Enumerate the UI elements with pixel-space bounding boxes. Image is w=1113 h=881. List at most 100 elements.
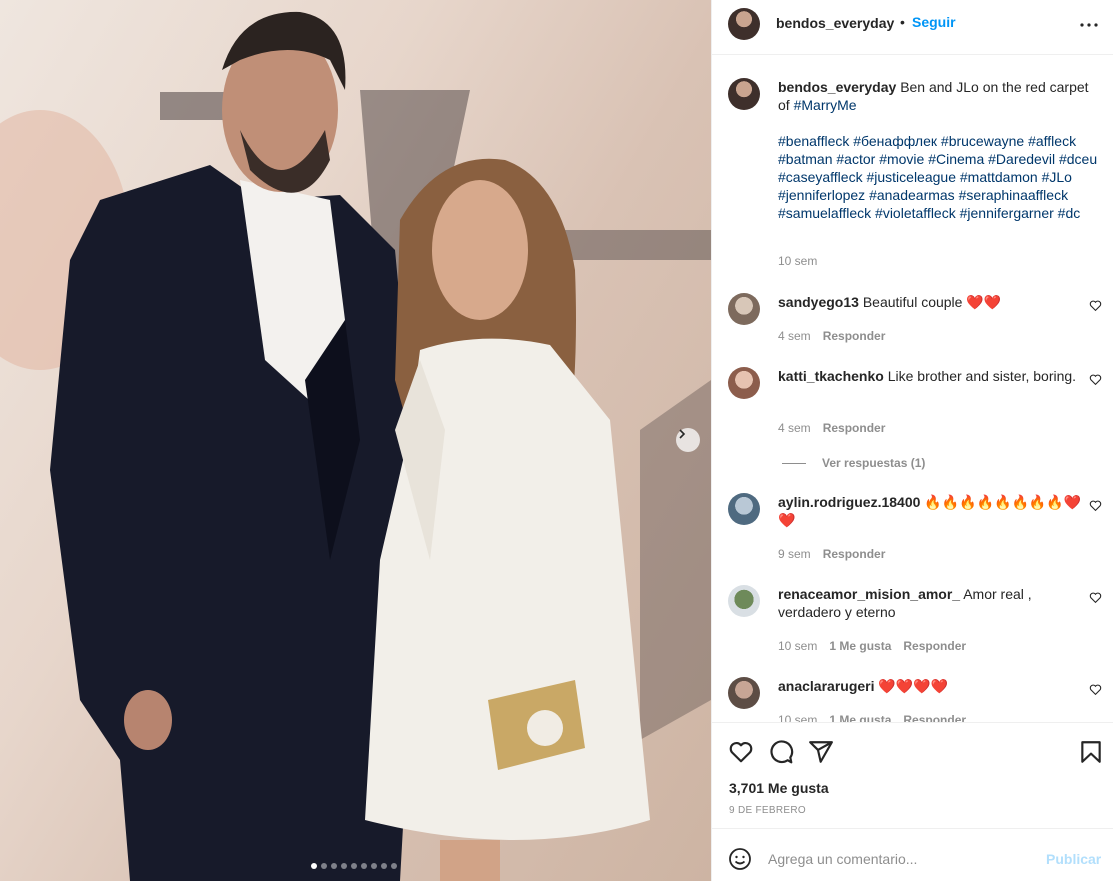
carousel-dot <box>341 863 347 869</box>
heart-icon[interactable] <box>1089 591 1102 604</box>
hashtag[interactable]: #jennifergarner <box>960 205 1054 221</box>
comment-body: katti_tkachenko Like brother and sister,… <box>778 367 1088 385</box>
comment-time[interactable]: 4 sem <box>778 329 811 343</box>
author-avatar[interactable] <box>728 8 760 40</box>
view-replies-button[interactable]: Ver respuestas (1) <box>782 456 925 470</box>
heart-icon[interactable] <box>1089 299 1102 312</box>
hashtag[interactable]: #бенаффлек <box>853 133 937 149</box>
chevron-right-icon <box>679 429 686 439</box>
post-actions: 3,701 Me gusta 9 DE FEBRERO <box>712 722 1113 828</box>
reply-button[interactable]: Responder <box>823 421 886 435</box>
post-photo[interactable] <box>0 0 711 881</box>
commenter-username[interactable]: renaceamor_mision_amor_ <box>778 586 960 602</box>
bookmark-icon[interactable] <box>1078 739 1104 765</box>
comment-likes[interactable]: 1 Me gusta <box>829 713 891 722</box>
commenter-avatar[interactable] <box>728 293 760 325</box>
comment-text: Beautiful couple ❤️❤️ <box>862 294 1002 310</box>
hashtag[interactable]: #samuelaffleck <box>778 205 871 221</box>
caption-timestamp[interactable]: 10 sem <box>778 254 817 268</box>
likes-count[interactable]: 3,701 Me gusta <box>729 780 829 796</box>
commenter-username[interactable]: katti_tkachenko <box>778 368 884 384</box>
add-comment-bar: Publicar <box>712 828 1113 881</box>
follow-button[interactable]: Seguir <box>912 14 956 30</box>
comment-meta: 10 sem 1 Me gusta Responder <box>778 713 966 722</box>
comment-time[interactable]: 4 sem <box>778 421 811 435</box>
hashtag[interactable]: #affleck <box>1028 133 1076 149</box>
comment-meta: 10 sem 1 Me gusta Responder <box>778 639 966 653</box>
hashtag[interactable]: #dceu <box>1059 151 1097 167</box>
commenter-avatar[interactable] <box>728 493 760 525</box>
comment-text: Like brother and sister, boring. <box>887 368 1077 384</box>
carousel-dot <box>331 863 337 869</box>
commenter-avatar[interactable] <box>728 367 760 399</box>
comment-body: aylin.rodriguez.18400 🔥🔥🔥🔥🔥🔥🔥🔥❤️❤️ <box>778 493 1088 529</box>
post-header: bendos_everyday • Seguir <box>712 0 1113 55</box>
comment-time[interactable]: 9 sem <box>778 547 811 561</box>
emoji-icon[interactable] <box>728 847 752 871</box>
heart-icon[interactable] <box>1089 683 1102 696</box>
comment-body: renaceamor_mision_amor_ Amor real , verd… <box>778 585 1088 621</box>
comment-likes[interactable]: 1 Me gusta <box>829 639 891 653</box>
comment-meta: 4 sem Responder <box>778 329 885 343</box>
commenter-username[interactable]: anaclararugeri <box>778 678 875 694</box>
more-icon[interactable] <box>1078 14 1100 36</box>
caption-username[interactable]: bendos_everyday <box>778 79 896 95</box>
hashtag[interactable]: #Cinema <box>928 151 984 167</box>
photo-illustration <box>0 11 711 881</box>
hashtag[interactable]: #JLo <box>1042 169 1072 185</box>
author-avatar[interactable] <box>728 78 760 110</box>
reply-button[interactable]: Responder <box>823 329 886 343</box>
publish-button[interactable]: Publicar <box>1046 851 1101 867</box>
hashtag[interactable]: #jenniferlopez <box>778 187 865 203</box>
carousel-dot <box>391 863 397 869</box>
hashtag[interactable]: #benaffleck <box>778 133 849 149</box>
commenter-avatar[interactable] <box>728 677 760 709</box>
comment-input[interactable] <box>768 845 1028 873</box>
comment-meta: 4 sem Responder <box>778 421 885 435</box>
hashtag[interactable]: #movie <box>879 151 924 167</box>
carousel-dot <box>371 863 377 869</box>
author-username[interactable]: bendos_everyday <box>776 15 894 31</box>
hashtag[interactable]: #justiceleague <box>866 169 956 185</box>
comment-time[interactable]: 10 sem <box>778 713 817 722</box>
heart-icon[interactable] <box>1089 373 1102 386</box>
post-sidebar: bendos_everyday • Seguir bendos_everyday… <box>711 0 1113 881</box>
hashtag[interactable]: #mattdamon <box>960 169 1038 185</box>
hashtag[interactable]: #caseyaffleck <box>778 169 863 185</box>
hashtag[interactable]: #anadearmas <box>869 187 955 203</box>
carousel-dot <box>321 863 327 869</box>
view-replies-label: Ver respuestas (1) <box>822 456 926 470</box>
hashtag[interactable]: #actor <box>836 151 875 167</box>
hashtag[interactable]: #batman <box>778 151 832 167</box>
replies-line <box>782 462 806 464</box>
instagram-post-view: bendos_everyday • Seguir bendos_everyday… <box>0 0 1113 881</box>
heart-icon[interactable] <box>1089 499 1102 512</box>
hashtag[interactable]: #seraphinaaffleck <box>959 187 1068 203</box>
reply-button[interactable]: Responder <box>823 547 886 561</box>
comment-text: ❤️❤️❤️❤️ <box>878 678 949 694</box>
commenter-username[interactable]: aylin.rodriguez.18400 <box>778 494 920 510</box>
comment-icon[interactable] <box>768 739 794 765</box>
carousel-dot <box>351 863 357 869</box>
heart-icon[interactable] <box>728 739 754 765</box>
separator-dot: • <box>900 14 905 30</box>
hashtag[interactable]: #Daredevil <box>988 151 1055 167</box>
comments-list[interactable]: bendos_everyday Ben and JLo on the red c… <box>712 56 1113 722</box>
commenter-username[interactable]: sandyego13 <box>778 294 859 310</box>
hashtag[interactable]: #MarryMe <box>794 97 857 113</box>
hashtag[interactable]: #dc <box>1058 205 1081 221</box>
next-image-button[interactable] <box>676 428 700 452</box>
share-icon[interactable] <box>808 739 834 765</box>
comment-time[interactable]: 10 sem <box>778 639 817 653</box>
hashtag[interactable]: #brucewayne <box>941 133 1024 149</box>
commenter-avatar[interactable] <box>728 585 760 617</box>
post-date[interactable]: 9 DE FEBRERO <box>729 805 806 816</box>
reply-button[interactable]: Responder <box>903 639 966 653</box>
carousel-dot <box>311 863 317 869</box>
comment-body: anaclararugeri ❤️❤️❤️❤️ <box>778 677 1088 695</box>
reply-button[interactable]: Responder <box>903 713 966 722</box>
comment-meta: 9 sem Responder <box>778 547 885 561</box>
carousel-dot <box>361 863 367 869</box>
hashtag[interactable]: #violetaffleck <box>875 205 956 221</box>
comment-body: sandyego13 Beautiful couple ❤️❤️ <box>778 293 1088 311</box>
